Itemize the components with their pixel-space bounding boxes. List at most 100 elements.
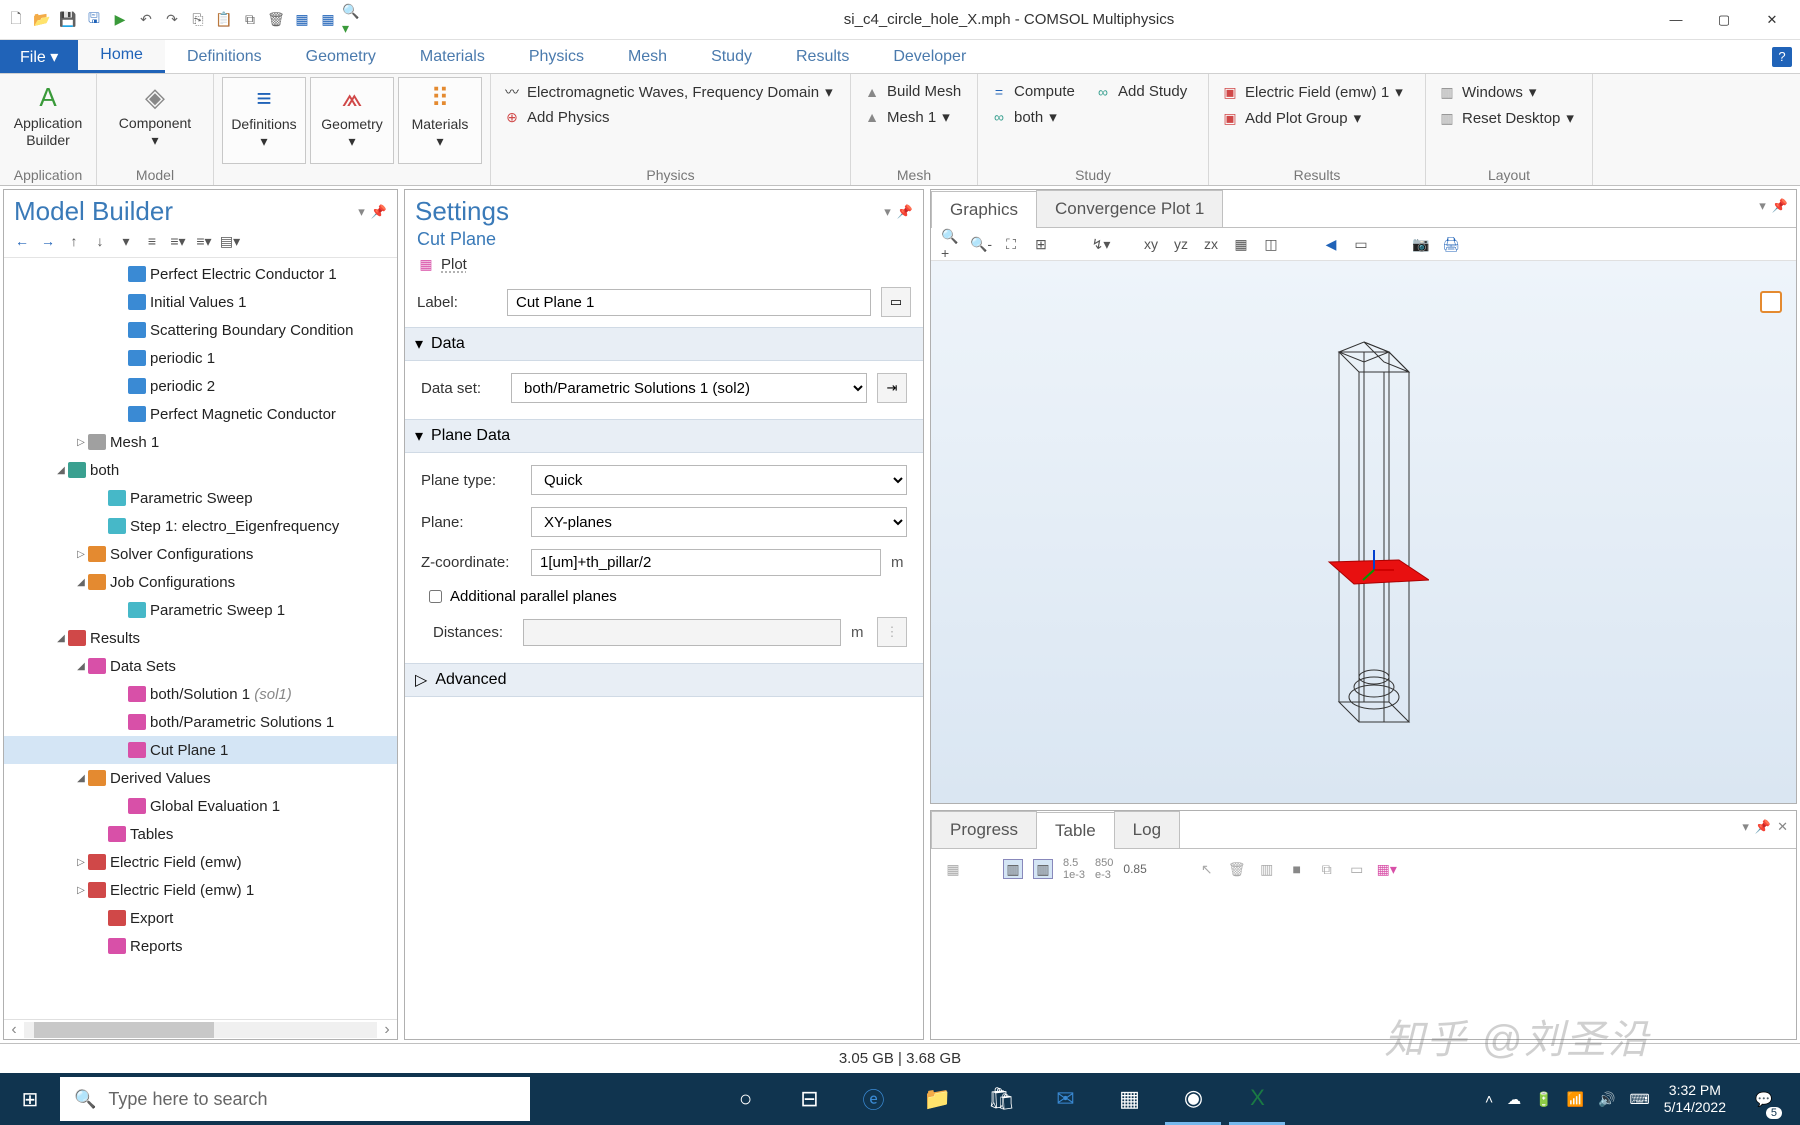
up-icon[interactable]: ↑: [64, 231, 84, 251]
run-icon[interactable]: ▶: [108, 8, 132, 32]
snapshot-icon[interactable]: 📷: [1411, 234, 1431, 254]
app1-icon[interactable]: ▦: [1101, 1073, 1157, 1125]
expand-icon[interactable]: ≡▾: [168, 231, 188, 251]
perspective-icon[interactable]: ◫: [1261, 234, 1281, 254]
tree-node[interactable]: Initial Values 1: [4, 288, 397, 316]
tree-node[interactable]: ◢both: [4, 456, 397, 484]
tree-node[interactable]: Global Evaluation 1: [4, 792, 397, 820]
tab-materials[interactable]: Materials: [398, 40, 507, 73]
efield-dropdown[interactable]: ▣Electric Field (emw) 1 ▾: [1217, 81, 1417, 103]
yz-view-icon[interactable]: yz: [1171, 234, 1191, 254]
label-input[interactable]: [507, 289, 871, 316]
tab-developer[interactable]: Developer: [871, 40, 988, 73]
collapse-icon[interactable]: ≡: [142, 231, 162, 251]
explorer-icon[interactable]: 📁: [909, 1073, 965, 1125]
tree-node[interactable]: Tables: [4, 820, 397, 848]
pin-icon[interactable]: 📌: [1772, 198, 1788, 219]
horizontal-scrollbar[interactable]: ‹›: [4, 1019, 397, 1039]
maximize-button[interactable]: ▢: [1700, 4, 1748, 36]
advanced-section-header[interactable]: ▷Advanced: [405, 663, 923, 697]
battery-icon[interactable]: 🔋: [1535, 1091, 1552, 1108]
copy-icon[interactable]: ⎘: [186, 8, 210, 32]
component-button[interactable]: ◈ Component▾: [105, 77, 205, 164]
task-view-icon[interactable]: ⊟: [781, 1073, 837, 1125]
tree-node[interactable]: ◢Derived Values: [4, 764, 397, 792]
play-icon[interactable]: ◀: [1321, 234, 1341, 254]
file-menu[interactable]: File ▾: [0, 40, 78, 73]
panel-menu-icon[interactable]: ▾: [1759, 198, 1766, 219]
new-icon[interactable]: 🗋: [4, 8, 28, 32]
model-tree[interactable]: Perfect Electric Conductor 1Initial Valu…: [4, 258, 397, 1019]
data-section-header[interactable]: ▾Data: [405, 327, 923, 361]
tab-results[interactable]: Results: [774, 40, 871, 73]
zoom-out-icon[interactable]: 🔍-: [971, 234, 991, 254]
buildall-icon[interactable]: ▦: [316, 8, 340, 32]
tree-node[interactable]: ▷Electric Field (emw): [4, 848, 397, 876]
tree-node[interactable]: Export: [4, 904, 397, 932]
tab-geometry[interactable]: Geometry: [284, 40, 398, 73]
materials-button[interactable]: ⠿ Materials▾: [398, 77, 482, 164]
pin-icon[interactable]: 📌: [897, 204, 913, 220]
grid-icon[interactable]: ▦: [1231, 234, 1251, 254]
zoom-extents-icon[interactable]: ⛶: [1001, 234, 1021, 254]
saveas-icon[interactable]: 🖫: [82, 8, 106, 32]
graphics-canvas[interactable]: [931, 261, 1796, 803]
zoom-in-icon[interactable]: 🔍+: [941, 234, 961, 254]
tree-node[interactable]: ◢Job Configurations: [4, 568, 397, 596]
tree-node[interactable]: Perfect Magnetic Conductor: [4, 400, 397, 428]
tree-node[interactable]: Step 1: electro_Eigenfrequency: [4, 512, 397, 540]
pointer-icon[interactable]: ↖: [1197, 859, 1217, 879]
save-icon[interactable]: 💾: [56, 8, 80, 32]
windows-dropdown[interactable]: ▥Windows ▾: [1434, 81, 1584, 103]
tab-study[interactable]: Study: [689, 40, 774, 73]
paste-icon[interactable]: 📋: [212, 8, 236, 32]
plane-select[interactable]: XY-planes: [531, 507, 907, 537]
view-cube-icon[interactable]: [1760, 291, 1782, 313]
xy-view-icon[interactable]: xy: [1141, 234, 1161, 254]
tree-node[interactable]: Scattering Boundary Condition: [4, 316, 397, 344]
tree-node[interactable]: ▷Electric Field (emw) 1: [4, 876, 397, 904]
precision-full-icon[interactable]: ▥: [1003, 859, 1023, 879]
compute-button[interactable]: =Compute: [986, 81, 1086, 102]
both-dropdown[interactable]: ∞both ▾: [986, 106, 1086, 128]
mesh1-dropdown[interactable]: ▲Mesh 1 ▾: [859, 106, 969, 128]
fill-icon[interactable]: ■: [1287, 859, 1307, 879]
copy-icon[interactable]: ⧉: [1317, 859, 1337, 879]
redo-icon[interactable]: ↷: [160, 8, 184, 32]
table-opts-icon[interactable]: ▦▾: [1377, 859, 1397, 879]
label-options-button[interactable]: ▭: [881, 287, 911, 317]
add-study-button[interactable]: ∞Add Study: [1090, 81, 1200, 102]
app-builder-button[interactable]: A Application Builder: [8, 77, 88, 164]
tab-convergence[interactable]: Convergence Plot 1: [1036, 190, 1223, 227]
tree-node[interactable]: periodic 2: [4, 372, 397, 400]
list-icon[interactable]: ≡▾: [194, 231, 214, 251]
tab-definitions[interactable]: Definitions: [165, 40, 284, 73]
comsol-icon[interactable]: ◉: [1165, 1073, 1221, 1125]
forward-icon[interactable]: →: [38, 231, 58, 251]
panel-menu-icon[interactable]: ▾: [884, 204, 891, 220]
emw-dropdown[interactable]: 〰Electromagnetic Waves, Frequency Domain…: [499, 81, 839, 103]
build-icon[interactable]: ▦: [290, 8, 314, 32]
down-icon[interactable]: ↓: [90, 231, 110, 251]
tree-icon[interactable]: ▤▾: [220, 231, 240, 251]
build-mesh-button[interactable]: ▲Build Mesh: [859, 81, 969, 102]
tab-physics[interactable]: Physics: [507, 40, 606, 73]
reset-desktop-button[interactable]: ▥Reset Desktop ▾: [1434, 107, 1584, 129]
export-icon[interactable]: ▭: [1347, 859, 1367, 879]
panel-menu-icon[interactable]: ▾: [1742, 819, 1749, 840]
axis-icon[interactable]: ↯▾: [1091, 234, 1111, 254]
edge-icon[interactable]: ⓔ: [845, 1073, 901, 1125]
tree-node[interactable]: Parametric Sweep: [4, 484, 397, 512]
language-icon[interactable]: ⌨: [1629, 1091, 1649, 1108]
undo-icon[interactable]: ↶: [134, 8, 158, 32]
new-table-icon[interactable]: ▦: [943, 859, 963, 879]
tree-node[interactable]: ▷Mesh 1: [4, 428, 397, 456]
start-button[interactable]: ⊞: [0, 1073, 60, 1125]
taskbar-search[interactable]: 🔍 Type here to search: [60, 1077, 530, 1121]
tab-progress[interactable]: Progress: [931, 811, 1037, 848]
tree-node[interactable]: Reports: [4, 932, 397, 960]
plane-data-section-header[interactable]: ▾Plane Data: [405, 419, 923, 453]
tree-node[interactable]: Perfect Electric Conductor 1: [4, 260, 397, 288]
find-icon[interactable]: 🔍▾: [342, 8, 366, 32]
chart-icon[interactable]: ▥: [1257, 859, 1277, 879]
